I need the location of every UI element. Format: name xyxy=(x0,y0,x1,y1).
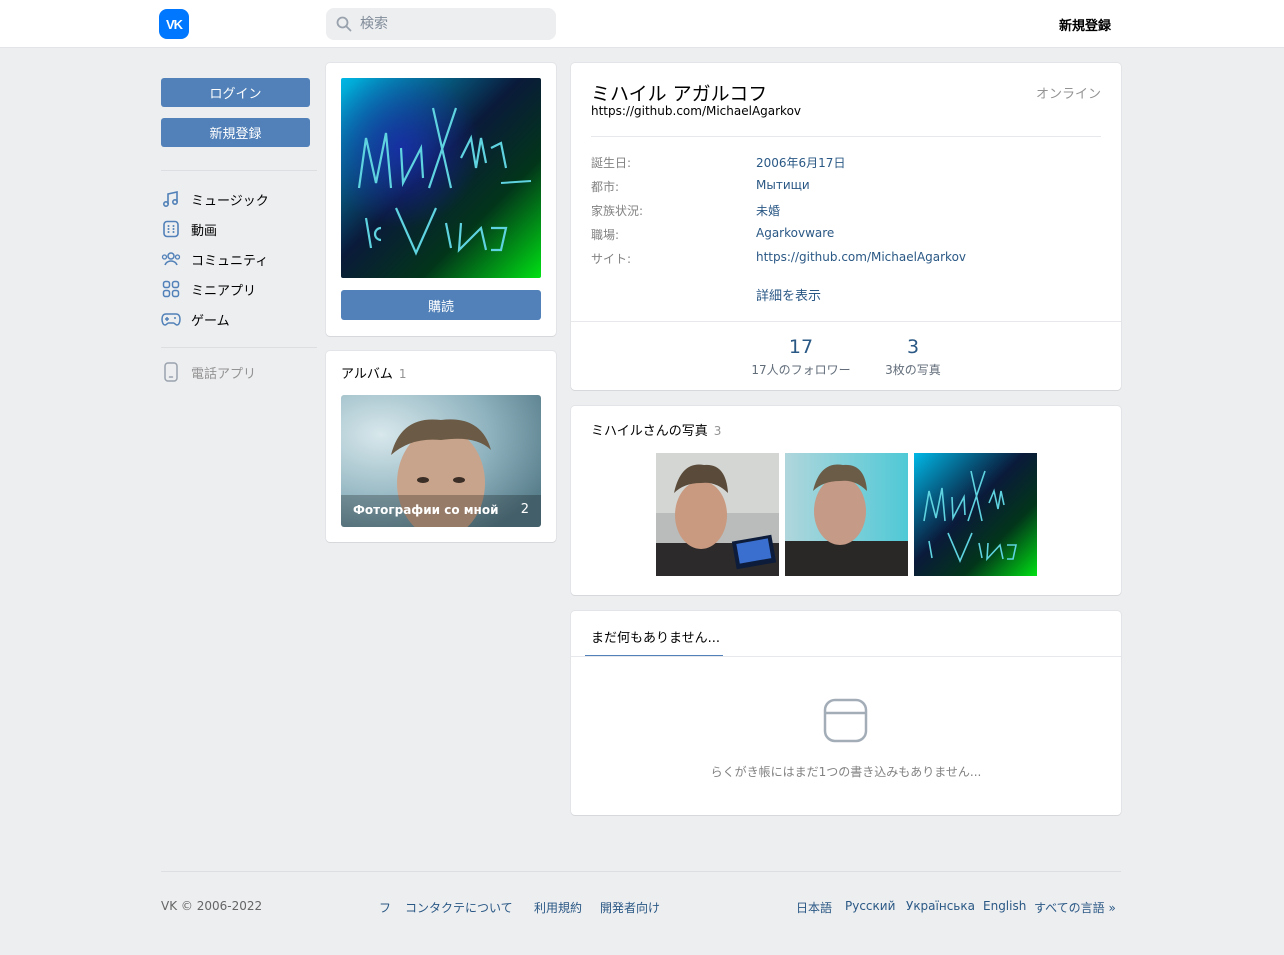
footer-link-about[interactable]: コンタクテについて xyxy=(405,899,513,916)
sidebar-divider xyxy=(161,170,317,171)
footer-all-languages[interactable]: すべての言語 » xyxy=(1034,899,1116,916)
photos-label[interactable]: 3枚の写真 xyxy=(873,361,953,378)
followers-label[interactable]: 17人のフォロワー xyxy=(741,361,861,378)
albums-header[interactable]: アルバム 1 xyxy=(341,363,407,382)
albums-count: 1 xyxy=(398,367,407,381)
album-thumbnail[interactable]: Фотографии со мной 2 xyxy=(341,395,541,527)
top-header: VK 新規登録 xyxy=(0,0,1284,48)
followers-count[interactable]: 17 xyxy=(741,336,861,358)
footer-language-russian[interactable]: Русский xyxy=(845,899,895,913)
wall-empty-text: らくがき帳にはまだ1つの書き込みもありません... xyxy=(710,765,982,779)
profile-name: ミハイル アガルコフ xyxy=(591,83,768,105)
wall-divider xyxy=(571,656,1121,657)
footer-link-terms[interactable]: 利用規約 xyxy=(534,899,582,916)
video-icon xyxy=(161,219,181,239)
footer-copyright: VK © 2006-2022 xyxy=(161,899,263,913)
footer-language-english[interactable]: English xyxy=(983,899,1026,913)
footer-link-developers[interactable]: 開発者向け xyxy=(600,899,660,916)
info-label-birthday: 誕生日: xyxy=(591,156,632,170)
info-value-work[interactable]: Agarkovware xyxy=(756,226,834,240)
sidebar-item-games[interactable]: ゲーム xyxy=(161,305,317,333)
footer-language-ukrainian[interactable]: Українська xyxy=(906,899,975,913)
search-box[interactable] xyxy=(326,8,556,40)
profile-avatar[interactable] xyxy=(341,78,541,278)
info-value-site[interactable]: https://github.com/MichaelAgarkov xyxy=(756,250,966,264)
search-input[interactable] xyxy=(360,8,550,40)
photo-thumbnail[interactable] xyxy=(656,453,779,576)
photos-header-count: 3 xyxy=(713,424,722,438)
info-label-relationship: 家族状況: xyxy=(591,204,644,218)
sidebar-item-video[interactable]: 動画 xyxy=(161,215,317,243)
search-icon xyxy=(336,16,352,32)
photo-thumbnail[interactable] xyxy=(785,453,908,576)
gamepad-icon xyxy=(161,309,181,329)
stats-divider xyxy=(571,321,1121,322)
album-label: Фотографии со мной xyxy=(353,503,499,517)
photos-title: ミハイルさんの写真 xyxy=(591,424,708,439)
albums-title: アルバム xyxy=(341,367,393,382)
info-label-city: 都市: xyxy=(591,180,620,194)
register-button[interactable]: 新規登録 xyxy=(161,118,310,147)
wall-tab[interactable]: まだ何もありません... xyxy=(591,627,720,646)
vk-logo[interactable]: VK xyxy=(159,9,189,39)
info-value-city[interactable]: Мытищи xyxy=(756,178,810,192)
subscribe-button[interactable]: 購読 xyxy=(341,290,541,320)
sidebar-item-phone-app[interactable]: 電話アプリ xyxy=(161,358,317,386)
info-label-site: サイト: xyxy=(591,252,632,266)
info-value-relationship[interactable]: 未婚 xyxy=(756,202,780,219)
online-status: オンライン xyxy=(1035,87,1101,102)
login-button[interactable]: ログイン xyxy=(161,78,310,107)
phone-icon xyxy=(161,362,181,382)
show-more-link[interactable]: 詳細を表示 xyxy=(756,285,821,304)
sidebar-item-miniapps[interactable]: ミニアプリ xyxy=(161,275,317,303)
info-divider xyxy=(591,136,1101,137)
album-photo-count: 2 xyxy=(520,502,529,517)
users-icon xyxy=(161,249,181,269)
apps-icon xyxy=(161,279,181,299)
photos-count[interactable]: 3 xyxy=(873,336,953,358)
sidebar-item-label: コミュニティ xyxy=(191,253,269,269)
music-note-icon xyxy=(161,189,181,209)
sidebar-divider xyxy=(161,347,317,348)
header-register-link[interactable]: 新規登録 xyxy=(1059,15,1111,34)
info-value-birthday[interactable]: 2006年6月17日 xyxy=(756,154,845,171)
footer-language-japanese[interactable]: 日本語 xyxy=(796,899,832,916)
empty-wall-icon xyxy=(823,698,868,743)
info-label-work: 職場: xyxy=(591,228,620,242)
sidebar-item-label: ゲーム xyxy=(191,313,230,329)
photo-thumbnail[interactable] xyxy=(914,453,1037,576)
sidebar-item-label: 電話アプリ xyxy=(191,366,257,382)
sidebar-item-label: ミュージック xyxy=(191,193,269,209)
sidebar-item-music[interactable]: ミュージック xyxy=(161,185,317,213)
sidebar-item-communities[interactable]: コミュニティ xyxy=(161,245,317,273)
photos-header[interactable]: ミハイルさんの写真 3 xyxy=(591,420,721,439)
profile-status: https://github.com/MichaelAgarkov xyxy=(591,104,802,118)
sidebar-item-label: 動画 xyxy=(191,223,218,239)
sidebar-item-label: ミニアプリ xyxy=(191,283,257,299)
footer-link[interactable]: フ xyxy=(379,899,391,916)
footer-divider xyxy=(161,871,1121,872)
